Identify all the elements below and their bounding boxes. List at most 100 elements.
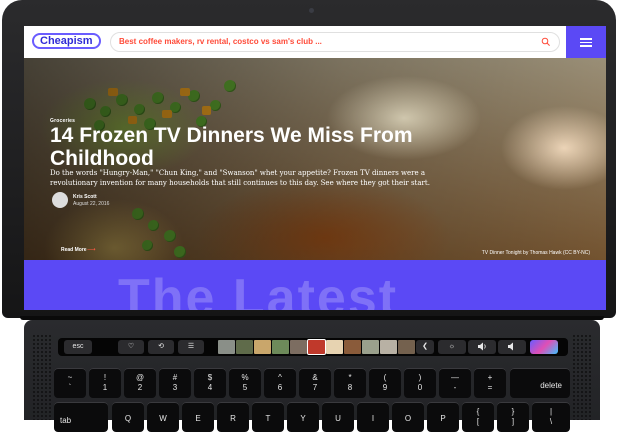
brightness-icon[interactable]: ☼ [438,340,466,354]
key-label: 5 [242,383,248,392]
touchbar-thumbnail[interactable] [218,340,235,354]
key-label: - [453,383,457,392]
read-more-link[interactable]: Read More [61,247,87,253]
key-label: 1 [102,383,108,392]
key-shift-label: } [511,407,515,416]
keyboard-key[interactable]: ~ ` [54,368,86,398]
loop-icon[interactable]: ⟲ [148,340,174,354]
key-label: 7 [312,383,318,392]
key-shift-label: & [312,373,318,382]
siri-icon[interactable] [530,340,558,354]
keyboard-key[interactable]: — - [439,368,471,398]
key-shift-label: + [487,373,493,382]
key-shift-label: ! [103,373,107,382]
key-label: Y [300,414,306,423]
author-name[interactable]: Kris Scott [73,194,97,200]
touchbar-thumbnail[interactable] [236,340,253,354]
keyboard-key[interactable]: ! 1 [89,368,121,398]
camera [309,8,314,13]
key-label: 9 [382,383,388,392]
key-label: I [371,414,375,423]
key-label: = [487,383,493,392]
author-avatar [52,192,68,208]
key-label: U [335,414,341,423]
keyboard-key[interactable]: I [357,402,389,432]
key-label: 4 [207,383,213,392]
keyboard-key[interactable]: ) 0 [404,368,436,398]
key-shift-label: * [348,373,352,382]
speaker-grille-right [572,334,592,420]
search-icon[interactable] [541,37,551,47]
key-label: 6 [277,383,283,392]
keyboard-key[interactable]: ^ 6 [264,368,296,398]
key-label: T [265,414,271,423]
latest-section: The Latest [24,260,606,310]
search-bar[interactable]: Best coffee makers, rv rental, costco vs… [110,32,560,52]
keyboard-key[interactable]: E [182,402,214,432]
menu-button[interactable] [566,26,606,58]
volume-icon[interactable] [468,340,496,354]
search-input[interactable]: Best coffee makers, rv rental, costco vs… [119,37,322,46]
keyboard-key[interactable]: T [252,402,284,432]
tab-key[interactable]: tab [54,402,108,432]
mute-icon[interactable] [498,340,526,354]
key-label: P [440,414,446,423]
keyboard-key[interactable]: W [147,402,179,432]
keyboard-key[interactable]: % 5 [229,368,261,398]
logo-text: Cheapism [40,35,93,47]
key-shift-label: { [476,407,480,416]
laptop-lid: Cheapism Best coffee makers, rv rental, … [2,0,616,318]
keyboard-key[interactable]: P [427,402,459,432]
touchbar-thumbnail[interactable] [398,340,415,354]
touchbar-thumbnail[interactable] [290,340,307,354]
keyboard-key[interactable]: U [322,402,354,432]
key-label: ] [511,417,515,426]
keyboard-key[interactable]: (9 [369,368,401,398]
article-description: Do the words "Hungry-Man," "Chun King," … [50,169,430,187]
keyboard-key[interactable]: * 8 [334,368,366,398]
key-label: O [404,414,412,423]
key-label: ` [68,383,72,392]
keyboard-key[interactable]: R [217,402,249,432]
key-shift-label: % [241,373,249,382]
keyboard-key[interactable]: @2 [124,368,156,398]
sliders-icon[interactable]: ☰ [178,340,204,354]
keyboard-key[interactable]: #3 [159,368,191,398]
key-label: 3 [172,383,178,392]
touchbar-thumbnail[interactable] [344,340,361,354]
latest-heading: The Latest [118,269,399,310]
key-label: [ [476,417,480,426]
keyboard-key[interactable]: Q [112,402,144,432]
esc-key[interactable]: esc [64,340,92,354]
keyboard-key[interactable]: Y [287,402,319,432]
keyboard-key[interactable]: + = [474,368,506,398]
browser-screen: Cheapism Best coffee makers, rv rental, … [24,26,606,310]
keyboard-key[interactable]: $4 [194,368,226,398]
touchbar-thumbnail[interactable] [254,340,271,354]
arrow-right-icon[interactable]: ⟶ [87,247,96,253]
chevron-left-icon[interactable]: ❮ [416,340,434,354]
touchbar-thumbnail[interactable] [307,339,326,355]
keyboard-key[interactable]: O [392,402,424,432]
delete-key[interactable]: delete [510,368,570,398]
touchbar-thumbnail[interactable] [272,340,289,354]
keyboard-key[interactable]: }] [497,402,529,432]
key-label: \ [549,417,553,426]
laptop-keyboard-deck: esc ♡ ⟲ ☰ ❮ ☼ ~ `! 1 @2 #3 $4% 5 ^ 6 & 7 * 8(9) 0— - + =… [24,320,600,432]
keyboard-key[interactable]: & 7 [299,368,331,398]
key-shift-label: $ [207,373,213,382]
key-label: 2 [137,383,143,392]
keyboard-key[interactable]: {[ [462,402,494,432]
key-label: E [195,414,201,423]
key-shift-label: ~ [67,373,73,382]
speaker-grille-left [32,334,52,420]
heart-icon[interactable]: ♡ [118,340,144,354]
touchbar-thumbnail[interactable] [362,340,379,354]
article-title[interactable]: 14 Frozen TV Dinners We Miss From Childh… [50,124,470,170]
site-logo[interactable]: Cheapism [32,33,101,49]
key-shift-label: | [549,407,553,416]
photo-caption: TV Dinner Tonight by Thomas Hawk (CC BY-… [481,250,590,256]
touchbar-thumbnail[interactable] [380,340,397,354]
keyboard-key[interactable]: | \ [532,402,570,432]
touchbar-thumbnail[interactable] [326,340,343,354]
